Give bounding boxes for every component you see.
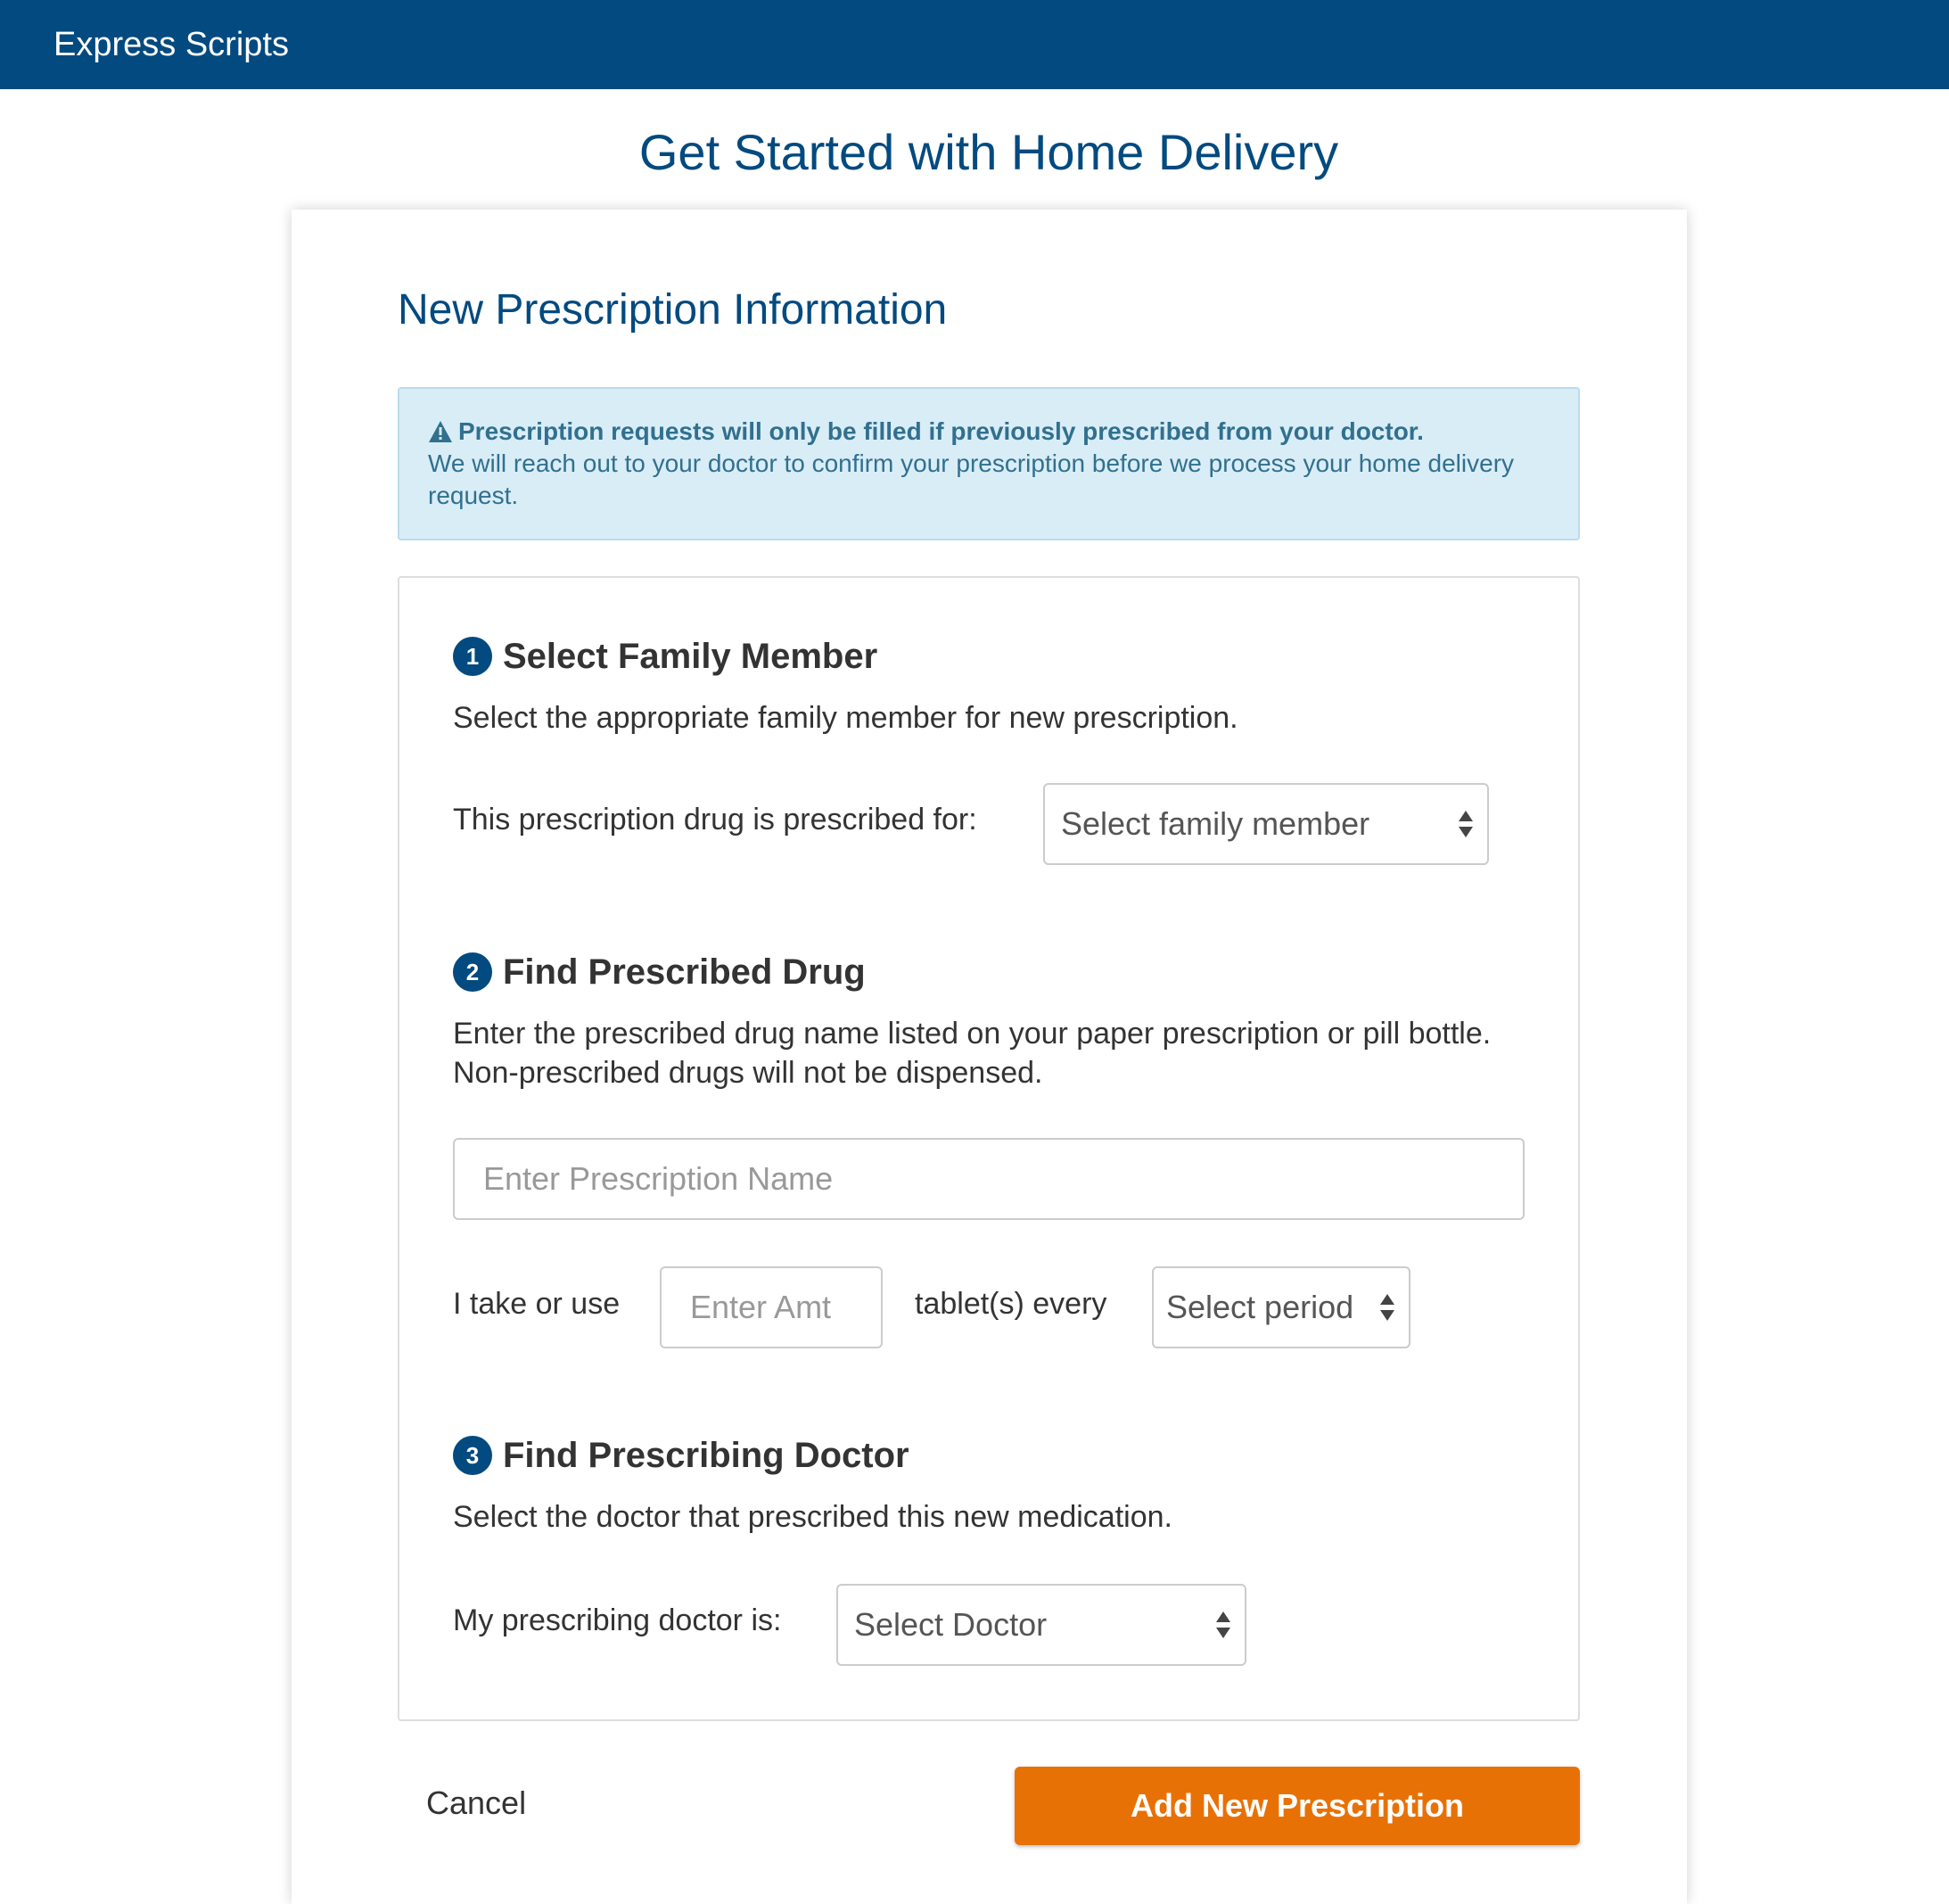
amount-input[interactable]: Enter Amt [660,1266,883,1348]
brand-name[interactable]: Express Scripts [53,25,289,64]
step1-title: Select Family Member [503,637,878,676]
alert-body: We will reach out to your doctor to conf… [428,449,1515,509]
top-nav-bar: Express Scripts [0,0,1949,89]
step3-title: Find Prescribing Doctor [503,1436,909,1475]
step2-heading: 2 Find Prescribed Drug [453,951,866,993]
alert-headline-row: Prescription requests will only be fille… [428,416,1551,448]
select-arrows-icon [1380,1294,1394,1321]
form-title: New Prescription Information [398,286,948,334]
step3-heading: 3 Find Prescribing Doctor [453,1434,909,1477]
family-member-select-value: Select family member [1061,805,1370,842]
doctor-select-value: Select Doctor [854,1606,1048,1643]
page-title: Get Started with Home Delivery [638,124,1339,180]
step1-description: Select the appropriate family member for… [453,701,1238,735]
period-select[interactable]: Select period [1152,1266,1410,1348]
add-new-prescription-button[interactable]: Add New Prescription [1015,1767,1580,1845]
alert-headline: Prescription requests will only be fille… [458,417,1424,445]
family-member-select[interactable]: Select family member [1043,783,1489,865]
select-arrows-icon [1459,811,1473,837]
step3-description: Select the doctor that prescribed this n… [453,1500,1172,1534]
doctor-select[interactable]: Select Doctor [836,1584,1246,1666]
warning-icon [429,421,452,442]
step3-number-badge: 3 [453,1436,492,1475]
step2-title: Find Prescribed Drug [503,952,866,992]
dose-prefix-label: I take or use [453,1287,621,1321]
dose-middle-label: tablet(s) every [915,1287,1107,1321]
step1-number-badge: 1 [453,637,492,676]
family-member-label: This prescription drug is prescribed for… [453,803,977,837]
prescription-alert: Prescription requests will only be fille… [398,387,1580,540]
cancel-button[interactable]: Cancel [426,1784,526,1823]
step2-description: Enter the prescribed drug name listed on… [453,1017,1492,1090]
prescription-name-placeholder: Enter Prescription Name [483,1160,834,1197]
amount-placeholder: Enter Amt [690,1289,832,1325]
step2-number-badge: 2 [453,952,492,992]
step1-heading: 1 Select Family Member [453,635,877,678]
prescription-name-input[interactable]: Enter Prescription Name [453,1138,1525,1220]
doctor-label: My prescribing doctor is: [453,1603,782,1637]
select-arrows-icon [1216,1611,1230,1638]
period-select-value: Select period [1166,1289,1354,1325]
